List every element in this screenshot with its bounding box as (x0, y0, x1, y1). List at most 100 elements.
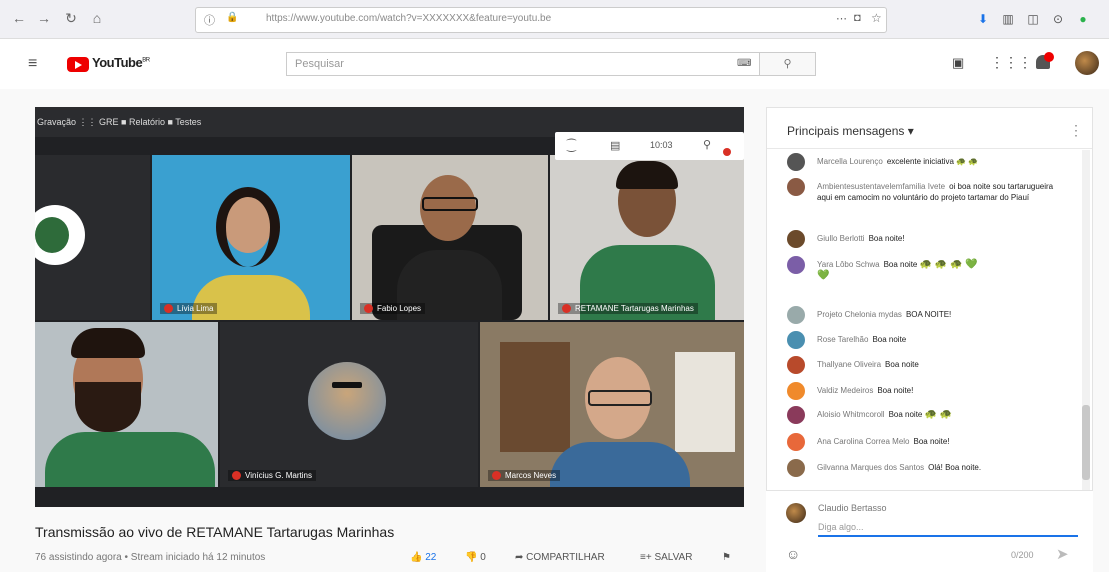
chat-text: BOA NOITE! (905, 310, 952, 319)
participant-name: Fabio Lopes (377, 303, 422, 313)
search-placeholder: Pesquisar (295, 58, 344, 70)
chat-input-placeholder: Diga algo... (818, 522, 864, 532)
star-icon[interactable]: ☆ (871, 11, 882, 25)
char-counter: 0/200 (1011, 550, 1034, 560)
avatar (787, 356, 805, 374)
like-button[interactable]: 👍 22 (410, 552, 436, 563)
browser-toolbar: ← → ↻ ⌂ ⓘ 🔒 https://www.youtube.com/watc… (0, 0, 1109, 39)
emoji-icon[interactable]: ☺ (786, 546, 800, 562)
more-options-icon[interactable]: ⋮ (1069, 122, 1083, 139)
chat-text: Boa noite (872, 335, 907, 344)
pocket-icon[interactable]: ◘ (854, 12, 861, 24)
avatar (787, 153, 805, 171)
participant-tile: Lívia Lima (152, 155, 350, 320)
chat-author: Gilvanna Marques dos Santos (817, 463, 925, 472)
reload-icon[interactable]: ↻ (62, 9, 80, 27)
share-label: COMPARTILHAR (526, 552, 605, 563)
chat-author: Yara Lôbo Schwa (817, 260, 880, 269)
chat-message: Ana Carolina Correa Melo Boa noite! (787, 433, 1062, 451)
chat-text: excelente iniciativa (886, 157, 954, 166)
library-icon[interactable]: ▥ (1000, 11, 1016, 27)
participant-tile (35, 322, 218, 487)
mic-muted-icon (232, 471, 241, 480)
url-bar[interactable]: ⓘ 🔒 https://www.youtube.com/watch?v=XXXX… (195, 7, 887, 33)
participant-tile: Fabio Lopes (352, 155, 548, 320)
video-meta: 76 assistindo agora • Stream iniciado há… (35, 552, 266, 563)
account-icon[interactable]: ⊙ (1050, 11, 1066, 27)
search-input[interactable]: Pesquisar ⌨ (286, 52, 760, 76)
youtube-logo-text[interactable]: YouTubeBR (92, 55, 150, 70)
save-button[interactable]: ≡+ SALVAR (640, 552, 692, 563)
video-player[interactable]: Gravação ⋮⋮ GRE ■ Relatório ■ Testes Lív… (35, 107, 744, 507)
url-text: https://www.youtube.com/watch?v=XXXXXXX&… (266, 13, 552, 24)
create-video-icon[interactable]: ▣ (952, 55, 964, 71)
chat-author: Valdiz Medeiros (817, 386, 874, 395)
mic-muted-icon (164, 304, 173, 313)
captions-icon[interactable]: ⁐ (567, 139, 576, 152)
lock-icon[interactable]: 🔒 (226, 12, 238, 23)
avatar (786, 503, 806, 523)
avatar (787, 256, 805, 274)
playlist-add-icon: ≡+ (640, 552, 652, 563)
chat-author: Ambientesustentavelemfamilia Ivete (817, 182, 946, 191)
forward-icon[interactable]: → (35, 9, 53, 27)
thumbs-down-icon: 👎 (465, 552, 478, 563)
back-icon[interactable]: ← (10, 9, 28, 27)
chat-title: Principais mensagens (787, 124, 905, 138)
avatar (787, 382, 805, 400)
avatar (787, 230, 805, 248)
participant-avatar (308, 362, 386, 440)
mic-muted-icon (562, 304, 571, 313)
search-button[interactable]: ⚲ (760, 52, 816, 76)
chat-icon[interactable]: ▤ (610, 139, 620, 152)
info-icon[interactable]: ⓘ (204, 12, 215, 28)
avatar (787, 406, 805, 424)
people-icon[interactable]: ⚲ (703, 138, 711, 151)
home-icon[interactable]: ⌂ (88, 9, 106, 27)
more-icon[interactable]: ⋯ (836, 12, 847, 25)
apps-icon[interactable]: ⋮⋮⋮ (990, 54, 1032, 71)
chat-message: Thallyane Oliveira Boa noite (787, 356, 1062, 374)
chat-message: Marcella Lourenço excelente iniciativa 🐢 … (787, 153, 1062, 171)
dislike-button[interactable]: 👎 0 (465, 552, 486, 563)
notifications-icon[interactable] (1036, 52, 1054, 71)
sidebar-icon[interactable]: ◫ (1025, 11, 1041, 27)
search-icon: ⚲ (783, 58, 792, 70)
chat-scrollbar-thumb[interactable] (1082, 405, 1090, 480)
chat-text: Boa noite (888, 410, 923, 419)
share-button[interactable]: ➦ COMPARTILHAR (515, 552, 605, 563)
mic-muted-icon (364, 304, 373, 313)
like-count: 22 (425, 552, 437, 563)
chat-text: Boa noite! (913, 437, 950, 446)
download-icon[interactable]: ⬇ (975, 11, 991, 27)
dislike-count: 0 (480, 552, 486, 563)
avatar[interactable] (1075, 51, 1099, 75)
participant-tile: RETAMANE Tartarugas Marinhas (550, 155, 744, 320)
participant-name: Lívia Lima (177, 303, 214, 313)
avatar (787, 331, 805, 349)
chat-input-username: Claudio Bertasso (818, 503, 887, 513)
participant-name: RETAMANE Tartarugas Marinhas (575, 303, 694, 313)
meet-bar-text: Gravação ⋮⋮ GRE ■ Relatório ■ Testes (37, 117, 202, 127)
chat-author: Giullo Berlotti (817, 234, 865, 243)
turtle-emoji-icon: 🐢 🐢 (924, 409, 953, 420)
chat-text: Boa noite! (877, 386, 914, 395)
menu-icon[interactable]: ≡ (28, 55, 37, 73)
chat-text: Boa noite (885, 360, 919, 369)
keyboard-icon[interactable]: ⌨ (737, 58, 751, 69)
chat-author: Ana Carolina Correa Melo (817, 437, 910, 446)
avatar (787, 433, 805, 451)
chat-header: Principais mensagens ▾ ⋮ (767, 108, 1092, 149)
chat-input-area: Claudio Bertasso Diga algo... ☺ 0/200 ➤ (766, 490, 1093, 572)
participant-tile: Marcos Neves (480, 322, 744, 487)
chat-text: Olá! Boa noite. (928, 463, 982, 472)
chat-message: Ambientesustentavelemfamilia Ivete oi boa… (787, 178, 1062, 203)
participant-name: Vinícius G. Martins (245, 470, 312, 480)
chat-message: Rose Tarelhão Boa noite (787, 331, 1062, 349)
extension-icon[interactable]: ● (1075, 11, 1091, 27)
chat-filter-dropdown[interactable]: Principais mensagens ▾ (787, 124, 914, 138)
report-flag-icon[interactable]: ⚑ (722, 552, 731, 563)
chat-input[interactable]: Diga algo... (818, 519, 1078, 537)
chat-author: Thallyane Oliveira (817, 360, 882, 369)
send-icon[interactable]: ➤ (1056, 545, 1069, 563)
